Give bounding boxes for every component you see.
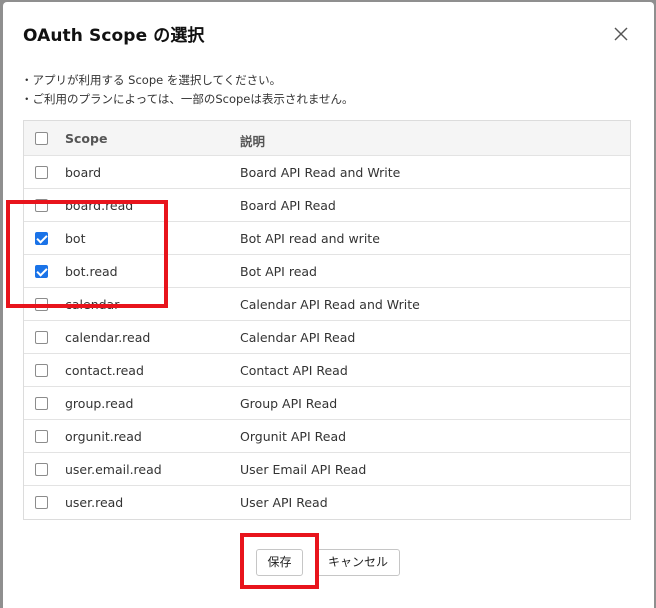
- scope-description: Group API Read: [240, 396, 338, 411]
- scope-description: Board API Read and Write: [240, 165, 401, 180]
- table-row: calendar.read Calendar API Read: [24, 321, 630, 354]
- scope-checkbox[interactable]: [35, 397, 48, 410]
- table-row: user.email.read User Email API Read: [24, 453, 630, 486]
- close-button[interactable]: [612, 25, 630, 43]
- instructions: ・アプリが利用する Scope を選択してください。 ・ご利用のプランによっては…: [21, 71, 354, 109]
- scope-checkbox[interactable]: [35, 331, 48, 344]
- scope-name: board.read: [65, 198, 134, 213]
- scope-name: board: [65, 165, 102, 180]
- table-row: bot Bot API read and write: [24, 222, 630, 255]
- scope-checkbox[interactable]: [35, 166, 48, 179]
- scope-description: User API Read: [240, 495, 328, 510]
- scope-name: calendar.read: [65, 330, 151, 345]
- table-header-row: Scope 説明: [24, 121, 630, 156]
- table-row: contact.read Contact API Read: [24, 354, 630, 387]
- close-x-icon: [614, 27, 628, 41]
- table-row: calendar Calendar API Read and Write: [24, 288, 630, 321]
- save-button[interactable]: 保存: [256, 549, 303, 576]
- scope-description: Contact API Read: [240, 363, 348, 378]
- scope-description: Bot API read and write: [240, 231, 380, 246]
- scope-description: Board API Read: [240, 198, 336, 213]
- instruction-line: ・ご利用のプランによっては、一部のScopeは表示されません。: [21, 92, 354, 106]
- scope-description: Orgunit API Read: [240, 429, 347, 444]
- instruction-line: ・アプリが利用する Scope を選択してください。: [21, 73, 282, 87]
- scope-name: calendar: [65, 297, 120, 312]
- dialog-title: OAuth Scope の選択: [23, 26, 205, 46]
- scope-description: Bot API read: [240, 264, 317, 279]
- scope-checkbox[interactable]: [35, 232, 48, 245]
- scope-checkbox[interactable]: [35, 298, 48, 311]
- select-all-checkbox[interactable]: [35, 132, 48, 145]
- scope-name: user.email.read: [65, 462, 162, 477]
- scope-name: contact.read: [65, 363, 144, 378]
- oauth-scope-dialog: OAuth Scope の選択 ・アプリが利用する Scope を選択してくださ…: [3, 2, 654, 608]
- scope-name: user.read: [65, 495, 124, 510]
- scope-name: bot: [65, 231, 86, 246]
- scope-name: bot.read: [65, 264, 118, 279]
- scope-checkbox[interactable]: [35, 199, 48, 212]
- table-row: group.read Group API Read: [24, 387, 630, 420]
- header-scope: Scope: [65, 131, 108, 146]
- scope-description: Calendar API Read and Write: [240, 297, 420, 312]
- scope-name: orgunit.read: [65, 429, 142, 444]
- table-row: user.read User API Read: [24, 486, 630, 519]
- scope-checkbox[interactable]: [35, 430, 48, 443]
- scope-checkbox[interactable]: [35, 463, 48, 476]
- table-row: bot.read Bot API read: [24, 255, 630, 288]
- header-description: 説明: [240, 134, 266, 149]
- table-row: board.read Board API Read: [24, 189, 630, 222]
- scope-table: Scope 説明 board Board API Read and Write bo…: [23, 120, 631, 520]
- scope-checkbox[interactable]: [35, 265, 48, 278]
- table-row: board Board API Read and Write: [24, 156, 630, 189]
- table-row: orgunit.read Orgunit API Read: [24, 420, 630, 453]
- scope-description: Calendar API Read: [240, 330, 356, 345]
- scope-name: group.read: [65, 396, 134, 411]
- scope-checkbox[interactable]: [35, 496, 48, 509]
- scope-checkbox[interactable]: [35, 364, 48, 377]
- cancel-button[interactable]: キャンセル: [316, 549, 400, 576]
- scope-description: User Email API Read: [240, 462, 367, 477]
